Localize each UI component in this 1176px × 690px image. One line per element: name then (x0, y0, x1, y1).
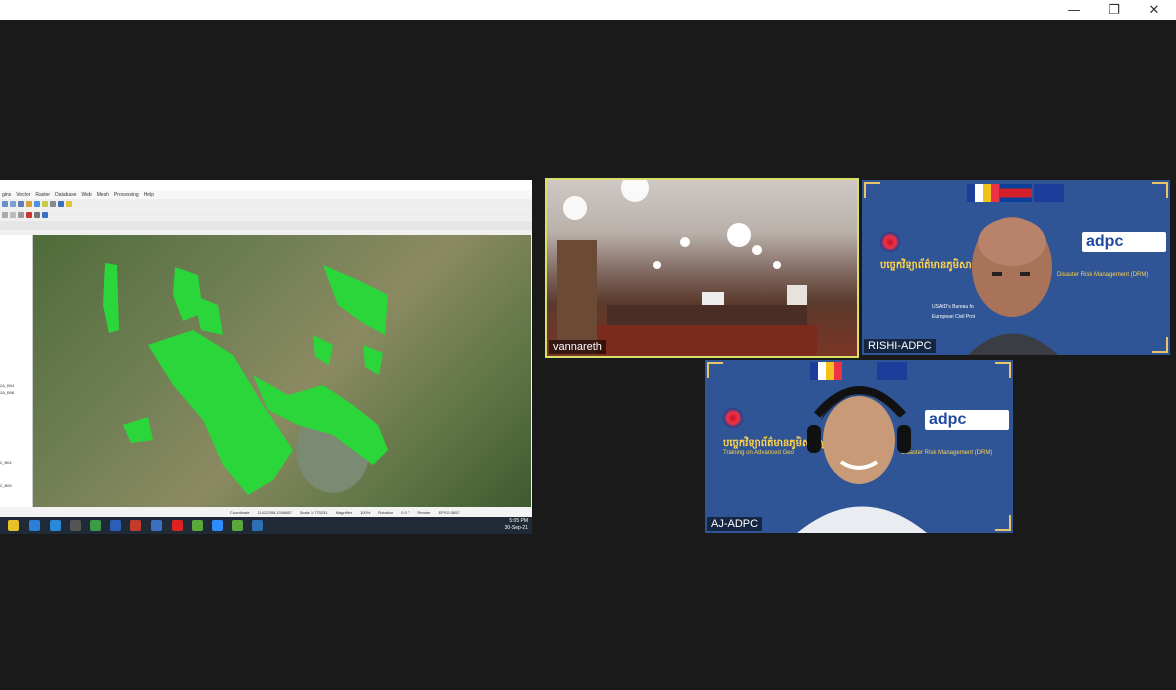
delete-icon[interactable] (26, 211, 32, 218)
menu-item[interactable]: Processing (114, 192, 139, 198)
menu-item[interactable]: Help (144, 192, 154, 198)
scale-field[interactable]: Scale 1:770251 (300, 510, 328, 515)
menu-item[interactable]: Mesh (97, 192, 109, 198)
sum-icon[interactable] (58, 200, 64, 207)
digitize-icon[interactable] (10, 211, 16, 218)
map-canvas[interactable] (33, 235, 531, 507)
identify-icon[interactable] (42, 200, 48, 207)
qgis-toolbar-3 (0, 221, 532, 230)
vscode-icon[interactable] (50, 520, 61, 531)
minimize-icon[interactable]: — (1054, 0, 1094, 20)
participant-name: RISHI-ADPC (864, 339, 936, 353)
flood-patch (103, 263, 119, 333)
flood-patch (363, 345, 383, 375)
layer-icon[interactable] (26, 200, 32, 207)
coordinate-label: Coordinate (230, 509, 250, 515)
magnifier-label: Magnifier (335, 509, 353, 515)
qgis-menubar: gins Vector Raster Database Web Mesh Pro… (0, 190, 532, 199)
participant-tile-rishi[interactable]: adpc បច្ចេកវិទ្យាព័ត៌មានភូមិសាស្ត្រ Disa… (862, 180, 1170, 355)
render-checkbox[interactable]: Render (417, 510, 430, 515)
layer-label[interactable]: 2_B04 (0, 460, 12, 465)
menu-item[interactable]: Web (82, 192, 92, 198)
crs-label[interactable]: EPSG:3857 (439, 510, 460, 515)
close-icon[interactable]: ✕ (1134, 0, 1174, 20)
plugin-icon[interactable] (42, 211, 48, 218)
annotation-icon[interactable] (66, 200, 72, 207)
layers-panel[interactable]: 2A_B04 2A_B08 2_B04 2_B05 (0, 235, 33, 507)
cambodia-flag-icon (1000, 184, 1032, 202)
python-icon[interactable] (34, 211, 40, 218)
flood-patch (148, 330, 293, 495)
magnifier-value[interactable]: 100% (360, 510, 370, 515)
frame-corner (1152, 182, 1168, 198)
rotation-label: Rotation (378, 509, 394, 515)
participant-name: AJ-ADPC (707, 517, 763, 531)
pan-icon[interactable] (18, 200, 24, 207)
menu-item[interactable]: Vector (16, 192, 30, 198)
window-titlebar: — ❐ ✕ (0, 0, 1176, 20)
participant-name: vannareth (549, 340, 606, 354)
coordinate-value[interactable]: 11422398,1306887 (258, 510, 292, 515)
layer-label[interactable]: 2A_B08 (0, 390, 14, 395)
terminal-icon[interactable] (70, 520, 81, 531)
shared-screen[interactable]: gins Vector Raster Database Web Mesh Pro… (0, 180, 532, 534)
adpc-logo: adpc (1082, 232, 1166, 252)
browser-icon[interactable] (29, 520, 40, 531)
menu-item[interactable]: Database (55, 192, 76, 198)
qgis-toolbar-2 (0, 210, 532, 219)
app-icon[interactable] (151, 520, 162, 531)
participant-video (797, 386, 927, 533)
node-icon[interactable] (18, 211, 24, 218)
frame-corner (707, 362, 723, 378)
clock-date: 30-Sep-21 (504, 525, 528, 531)
participant-tile-aj[interactable]: adpc បច្ចេកវិទ្យាព័ត៌មានភូមិសាស្ត្រ Trai… (705, 360, 1013, 533)
powerpoint-icon[interactable] (130, 520, 141, 531)
taskbar-clock[interactable]: 5:05 PM 30-Sep-21 (505, 518, 528, 532)
spreadsheet-icon[interactable] (90, 520, 101, 531)
adpc-logo-text: adpc (1086, 233, 1124, 250)
qgis-icon[interactable] (192, 520, 203, 531)
ncdm-logo-icon (880, 232, 900, 252)
buddhist-flag-icon (967, 184, 999, 202)
frame-corner (1152, 337, 1168, 353)
app-icon[interactable] (252, 520, 263, 531)
zoom-icon[interactable] (212, 520, 223, 531)
flood-patch (313, 335, 333, 365)
menu-item[interactable]: gins (2, 192, 11, 198)
participant-tile-vannareth[interactable]: vannareth (545, 178, 859, 358)
qgis-statusbar: Coordinate 11422398,1306887 Scale 1:7702… (0, 507, 532, 517)
qgis-titlebar (0, 180, 532, 190)
clock-time: 5:05 PM (509, 518, 528, 524)
emblem-icon (1034, 184, 1064, 202)
frame-corner (995, 515, 1011, 531)
qgis-toolbar-1 (0, 199, 532, 208)
participant-video (968, 217, 1058, 355)
edit-icon[interactable] (2, 211, 8, 218)
flood-patch (323, 265, 388, 335)
pdf-icon[interactable] (172, 520, 183, 531)
zoom-icon[interactable] (2, 200, 8, 207)
flood-extent-overlay (103, 263, 388, 495)
word-icon[interactable] (110, 520, 121, 531)
frame-corner (864, 182, 880, 198)
menu-item[interactable]: Raster (35, 192, 50, 198)
folder-icon[interactable] (8, 520, 19, 531)
layer-label[interactable]: 2_B05 (0, 483, 12, 488)
refresh-icon[interactable] (34, 200, 40, 207)
meeting-room-video (557, 180, 817, 355)
flood-patch (123, 417, 153, 443)
windows-taskbar: 5:05 PM 30-Sep-21 (0, 517, 532, 534)
frame-corner (995, 362, 1011, 378)
zoom-out-icon[interactable] (10, 200, 16, 207)
rotation-value[interactable]: 0.0 ° (401, 510, 409, 515)
ncdm-logo-icon (723, 408, 743, 428)
layer-label[interactable]: 2A_B04 (0, 383, 14, 388)
qgis-icon[interactable] (232, 520, 243, 531)
measure-icon[interactable] (50, 200, 56, 207)
restore-icon[interactable]: ❐ (1094, 0, 1134, 20)
